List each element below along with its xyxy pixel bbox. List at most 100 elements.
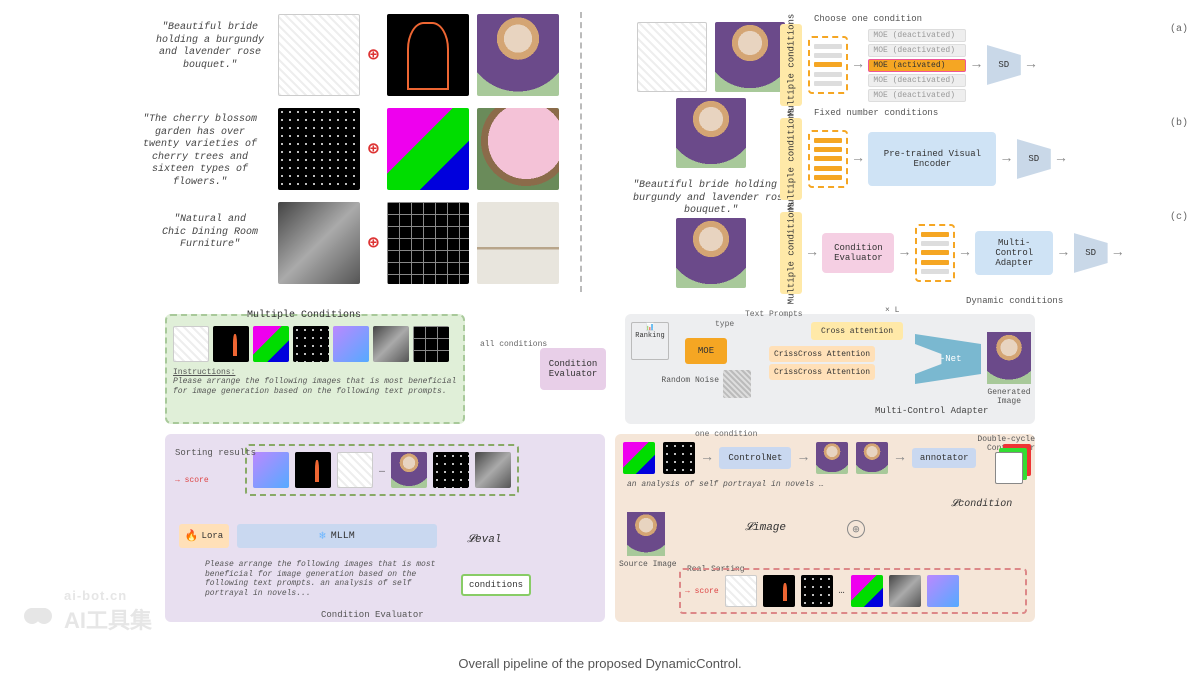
mc-label: Multiple conditions [786, 202, 796, 305]
result-bride-thumb [477, 14, 559, 96]
prompt-dining: "Natural and Chic Dining Room Furniture" [160, 214, 260, 252]
controlnet-block: ControlNet [719, 447, 791, 469]
cond-thumb [253, 326, 289, 362]
sort-thumb [801, 575, 833, 607]
score-label: → score [175, 476, 209, 485]
sort-thumb [295, 452, 331, 488]
sort-thumb [927, 575, 959, 607]
sort-thumb [391, 452, 427, 488]
sort-thumb [889, 575, 921, 607]
crisscross-block: CrissCross Attention [769, 364, 875, 380]
sd-block: SD [1017, 139, 1051, 179]
snowflake-icon: ❄ [319, 529, 326, 543]
row-dining: ⊕ [278, 202, 559, 284]
lines-thumb [387, 202, 469, 284]
plus-icon: ⊕ [368, 44, 379, 66]
sort-thumb [851, 575, 883, 607]
result-blossom-thumb [477, 108, 559, 190]
approach-b: Multiple conditions Fixed number conditi… [780, 116, 1190, 202]
sort-thumb [725, 575, 757, 607]
arrow-icon: → [972, 57, 980, 73]
mc-bar: Multiple conditions [780, 212, 802, 294]
result-dining-thumb [477, 202, 559, 284]
arrange-text: Please arrange the following images that… [205, 560, 445, 598]
noise-icon [723, 370, 751, 398]
mc-title: Multiple Conditions [247, 310, 361, 321]
loss-condition: 𝓛condition [951, 498, 1012, 510]
fire-icon: 🔥 [185, 529, 199, 543]
one-condition-label: one condition [695, 430, 757, 439]
loss-image: 𝓛image [745, 522, 786, 534]
cross-attention-block: Cross attention [811, 322, 903, 340]
moe-deact: MOE (deactivated) [868, 29, 966, 42]
depth-thumb [278, 202, 360, 284]
pose-thumb [387, 14, 469, 96]
gen-thumb [816, 442, 848, 474]
condition-stack [995, 444, 1031, 484]
conditions-icon [808, 36, 848, 94]
robot-icon [22, 598, 56, 626]
mca-block: Multi-Control Adapter [975, 231, 1053, 275]
moe-column: MOE (deactivated) MOE (deactivated) MOE … [868, 29, 966, 102]
cond-thumb [413, 326, 449, 362]
sort-thumb [475, 452, 511, 488]
tag-a: (a) [1170, 24, 1188, 35]
all-conditions-label: all conditions [480, 340, 547, 349]
approach-c: Multiple conditions → Condition Evaluato… [780, 210, 1190, 296]
watermark: ai-bot.cn AI工具集 [22, 588, 152, 635]
arrow-icon: → [1057, 151, 1065, 167]
arrow-icon: → [703, 450, 711, 466]
sd-block: SD [987, 45, 1021, 85]
text-prompts-label: Text Prompts [745, 310, 803, 319]
moe-act: MOE (activated) [868, 59, 966, 72]
random-noise-label: Random Noise [629, 376, 719, 385]
ellipsis: … [379, 465, 385, 476]
arrow-icon: → [1002, 151, 1010, 167]
cond-thumb [663, 442, 695, 474]
real-sorting-row: → score … [679, 568, 1027, 614]
arrow-icon: → [799, 450, 807, 466]
analysis-text: an analysis of self portrayal in novels … [623, 480, 1027, 489]
mca-label: Multi-Control Adapter [875, 406, 988, 416]
sort-thumb [253, 452, 289, 488]
arrow-icon: → [1114, 245, 1122, 261]
mc-bar: Multiple conditions [780, 118, 802, 200]
adapter-box: 📊Ranking type Text Prompts × L MOE Rando… [625, 314, 1035, 424]
cond-thumb [173, 326, 209, 362]
double-cycle-box: Double-cycle Controller one condition → … [615, 434, 1035, 622]
cond-thumb [373, 326, 409, 362]
approach-a: Multiple conditions Choose one condition… [780, 22, 1190, 108]
choose-one-label: Choose one condition [814, 14, 922, 24]
mid-result-b [676, 98, 746, 168]
mllm-block: ❄MLLM [237, 524, 437, 548]
prompt-bride: "Beautiful bride holding a burgundy and … [150, 22, 270, 72]
moe-deact: MOE (deactivated) [868, 89, 966, 102]
source-image-label: Source Image [619, 560, 677, 569]
mc-bar: Multiple conditions [780, 24, 802, 106]
crisscross-block: CrissCross Attention [769, 346, 875, 362]
ellipsis: … [839, 586, 845, 597]
mid-sketch [637, 22, 707, 92]
arrow-icon: → [808, 245, 816, 261]
moe-deact: MOE (deactivated) [868, 44, 966, 57]
cond-thumb [293, 326, 329, 362]
instructions-text: Please arrange the following images that… [173, 377, 457, 396]
loss-eval: 𝓛eval [467, 534, 501, 546]
moe-block: MOE [685, 338, 727, 364]
watermark-name: AI工具集 [64, 603, 152, 635]
sort-thumb [433, 452, 469, 488]
pretrained-encoder: Pre-trained Visual Encoder [868, 132, 996, 186]
cond-evaluator-block: Condition Evaluator [822, 233, 894, 273]
sort-thumb [763, 575, 795, 607]
sorting-results-label: Sorting results [175, 448, 256, 459]
fixed-label: Fixed number conditions [814, 108, 938, 118]
condition-evaluator: Condition Evaluator [540, 348, 606, 390]
sketch-thumb [278, 14, 360, 96]
arrow-icon: → [1027, 57, 1035, 73]
generated-thumb [987, 332, 1031, 384]
conditions-icon [915, 224, 955, 282]
arrow-icon: → [854, 57, 862, 73]
multiple-conditions-box: Multiple Conditions Instructions: Please… [165, 314, 465, 424]
prompt-blossom: "The cherry blossom garden has over twen… [140, 114, 260, 189]
row-bride: ⊕ [278, 14, 559, 96]
